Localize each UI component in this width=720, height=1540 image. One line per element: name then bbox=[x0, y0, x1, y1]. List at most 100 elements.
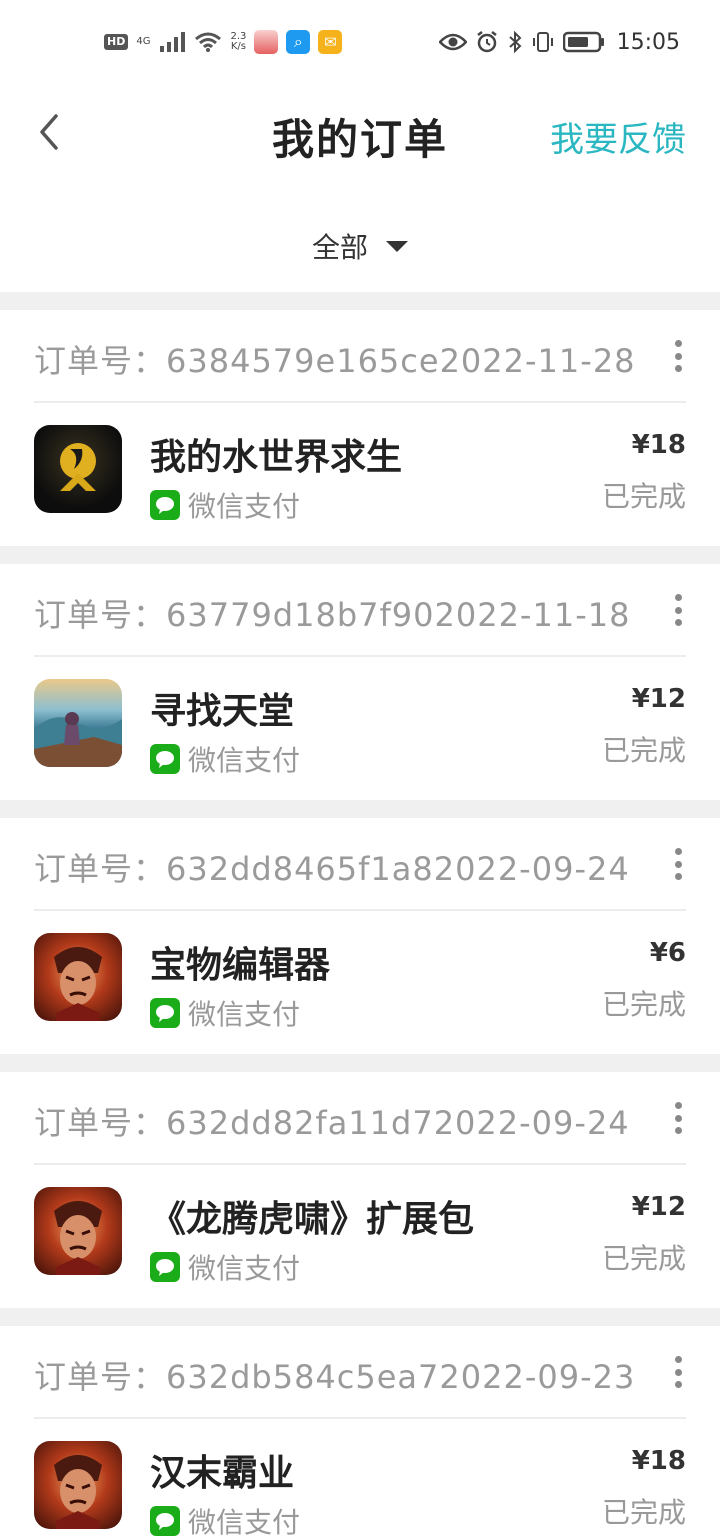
payment-label: 微信支付 bbox=[188, 1252, 301, 1285]
more-options-button[interactable] bbox=[672, 848, 684, 880]
more-dot bbox=[674, 1381, 682, 1388]
wechat-pay-icon bbox=[150, 1506, 180, 1536]
order-divider bbox=[34, 401, 686, 403]
payment-method: 微信支付 bbox=[150, 739, 300, 779]
more-dot bbox=[674, 606, 682, 614]
warrior-icon bbox=[34, 933, 122, 1021]
order-card[interactable]: 订单号：6384579e165ce2022-11-28 我的水世界求生 微信支付… bbox=[0, 310, 720, 546]
order-item-name: 我的水世界求生 bbox=[150, 437, 403, 478]
order-number: 订单号：6384579e165ce2022-11-28 bbox=[34, 342, 636, 380]
payment-label: 微信支付 bbox=[188, 490, 301, 523]
payment-method: 微信支付 bbox=[150, 485, 300, 525]
warrior-portrait bbox=[54, 1201, 102, 1275]
vibrate-icon bbox=[532, 32, 553, 52]
more-dot bbox=[674, 1114, 682, 1122]
more-dot bbox=[674, 1102, 682, 1109]
more-options-button[interactable] bbox=[672, 340, 684, 372]
hd-badge: HD bbox=[104, 34, 129, 50]
wechat-pay-icon bbox=[150, 744, 180, 774]
order-price: ¥12 bbox=[631, 1192, 686, 1222]
order-card[interactable]: 订单号：63779d18b7f902022-11-18 寻找天堂 微信支付 ¥1… bbox=[0, 564, 720, 800]
order-number: 订单号：632db584c5ea72022-09-23 bbox=[34, 1358, 636, 1396]
more-options-button[interactable] bbox=[672, 1102, 684, 1134]
order-status: 已完成 bbox=[601, 988, 686, 1021]
order-status: 已完成 bbox=[601, 734, 686, 767]
wechat-pay-icon bbox=[150, 998, 180, 1028]
payment-method: 微信支付 bbox=[150, 1247, 300, 1287]
clock: 15:05 bbox=[616, 29, 680, 55]
more-dot bbox=[674, 594, 682, 601]
section-divider bbox=[0, 1054, 720, 1072]
order-status: 已完成 bbox=[601, 1242, 686, 1275]
water-world-emblem bbox=[60, 443, 96, 491]
warrior-icon bbox=[34, 1187, 122, 1275]
more-dot bbox=[674, 619, 682, 626]
more-dot bbox=[674, 860, 682, 868]
order-price: ¥18 bbox=[631, 1446, 686, 1476]
signal-icon bbox=[160, 32, 186, 52]
wechat-pay-icon bbox=[150, 490, 180, 520]
feedback-button[interactable]: 我要反馈 bbox=[550, 112, 686, 161]
more-dot bbox=[674, 848, 682, 855]
order-card[interactable]: 订单号：632db584c5ea72022-09-23 汉末霸业 微信支付 ¥1… bbox=[0, 1326, 720, 1540]
more-dot bbox=[674, 873, 682, 880]
status-bar-left: HD 4G 2.3 K/s ⌕ ✉ bbox=[104, 24, 343, 60]
order-divider bbox=[34, 655, 686, 657]
order-card[interactable]: 订单号：632dd82fa11d72022-09-24 《龙腾虎啸》扩展包 微信… bbox=[0, 1072, 720, 1308]
section-divider bbox=[0, 546, 720, 564]
order-status: 已完成 bbox=[601, 480, 686, 513]
order-number: 订单号：632dd8465f1a82022-09-24 bbox=[34, 850, 630, 888]
order-card[interactable]: 订单号：632dd8465f1a82022-09-24 宝物编辑器 微信支付 ¥… bbox=[0, 818, 720, 1054]
network-speed: 2.3 K/s bbox=[230, 32, 246, 52]
alarm-icon bbox=[476, 31, 497, 53]
network-type: 4G bbox=[136, 37, 150, 47]
more-dot bbox=[674, 1368, 682, 1376]
bluetooth-icon bbox=[508, 30, 522, 54]
more-dot bbox=[674, 352, 682, 360]
warrior-icon bbox=[34, 1441, 122, 1529]
network-type-label: 4G bbox=[136, 36, 151, 47]
water-world-icon bbox=[34, 425, 122, 513]
section-divider bbox=[0, 1308, 720, 1326]
order-number: 订单号：63779d18b7f902022-11-18 bbox=[34, 596, 631, 634]
more-dot bbox=[674, 1127, 682, 1134]
network-speed-unit: K/s bbox=[230, 41, 246, 52]
more-dot bbox=[674, 340, 682, 347]
more-dot bbox=[674, 365, 682, 372]
warrior-portrait bbox=[54, 1455, 102, 1529]
order-price: ¥12 bbox=[631, 684, 686, 714]
more-options-button[interactable] bbox=[672, 1356, 684, 1388]
filter-selected-label: 全部 bbox=[311, 231, 368, 264]
order-divider bbox=[34, 1417, 686, 1419]
order-item-name: 《龙腾虎啸》扩展包 bbox=[150, 1199, 475, 1240]
order-number: 订单号：632dd82fa11d72022-09-24 bbox=[34, 1104, 630, 1142]
app-header: 我的订单 我要反馈 bbox=[0, 84, 720, 180]
section-divider bbox=[0, 292, 720, 310]
eye-icon bbox=[438, 33, 467, 51]
payment-method: 微信支付 bbox=[150, 993, 300, 1033]
status-bar-right: 15:05 bbox=[438, 24, 680, 60]
mail-app-icon: ✉ bbox=[318, 30, 343, 54]
search-app-icon: ⌕ bbox=[286, 30, 311, 54]
order-price: ¥18 bbox=[631, 430, 686, 460]
paradise-icon bbox=[34, 679, 122, 767]
paradise-scene bbox=[34, 712, 122, 767]
section-divider bbox=[0, 800, 720, 818]
wifi-icon bbox=[195, 32, 222, 52]
more-dot bbox=[674, 1356, 682, 1363]
payment-label: 微信支付 bbox=[188, 744, 301, 777]
order-status: 已完成 bbox=[601, 1496, 686, 1529]
battery-icon bbox=[562, 31, 604, 53]
order-item-name: 宝物编辑器 bbox=[150, 945, 331, 986]
order-price: ¥6 bbox=[649, 938, 686, 968]
status-bar: HD 4G 2.3 K/s ⌕ ✉ 15:05 bbox=[0, 0, 720, 84]
order-item-name: 寻找天堂 bbox=[150, 691, 295, 732]
payment-label: 微信支付 bbox=[188, 1506, 301, 1539]
order-divider bbox=[34, 909, 686, 911]
order-filter-dropdown[interactable]: 全部 bbox=[0, 206, 720, 286]
more-options-button[interactable] bbox=[672, 594, 684, 626]
payment-method: 微信支付 bbox=[150, 1501, 300, 1540]
wechat-pay-icon bbox=[150, 1252, 180, 1282]
order-item-name: 汉末霸业 bbox=[150, 1453, 295, 1494]
order-divider bbox=[34, 1163, 686, 1165]
